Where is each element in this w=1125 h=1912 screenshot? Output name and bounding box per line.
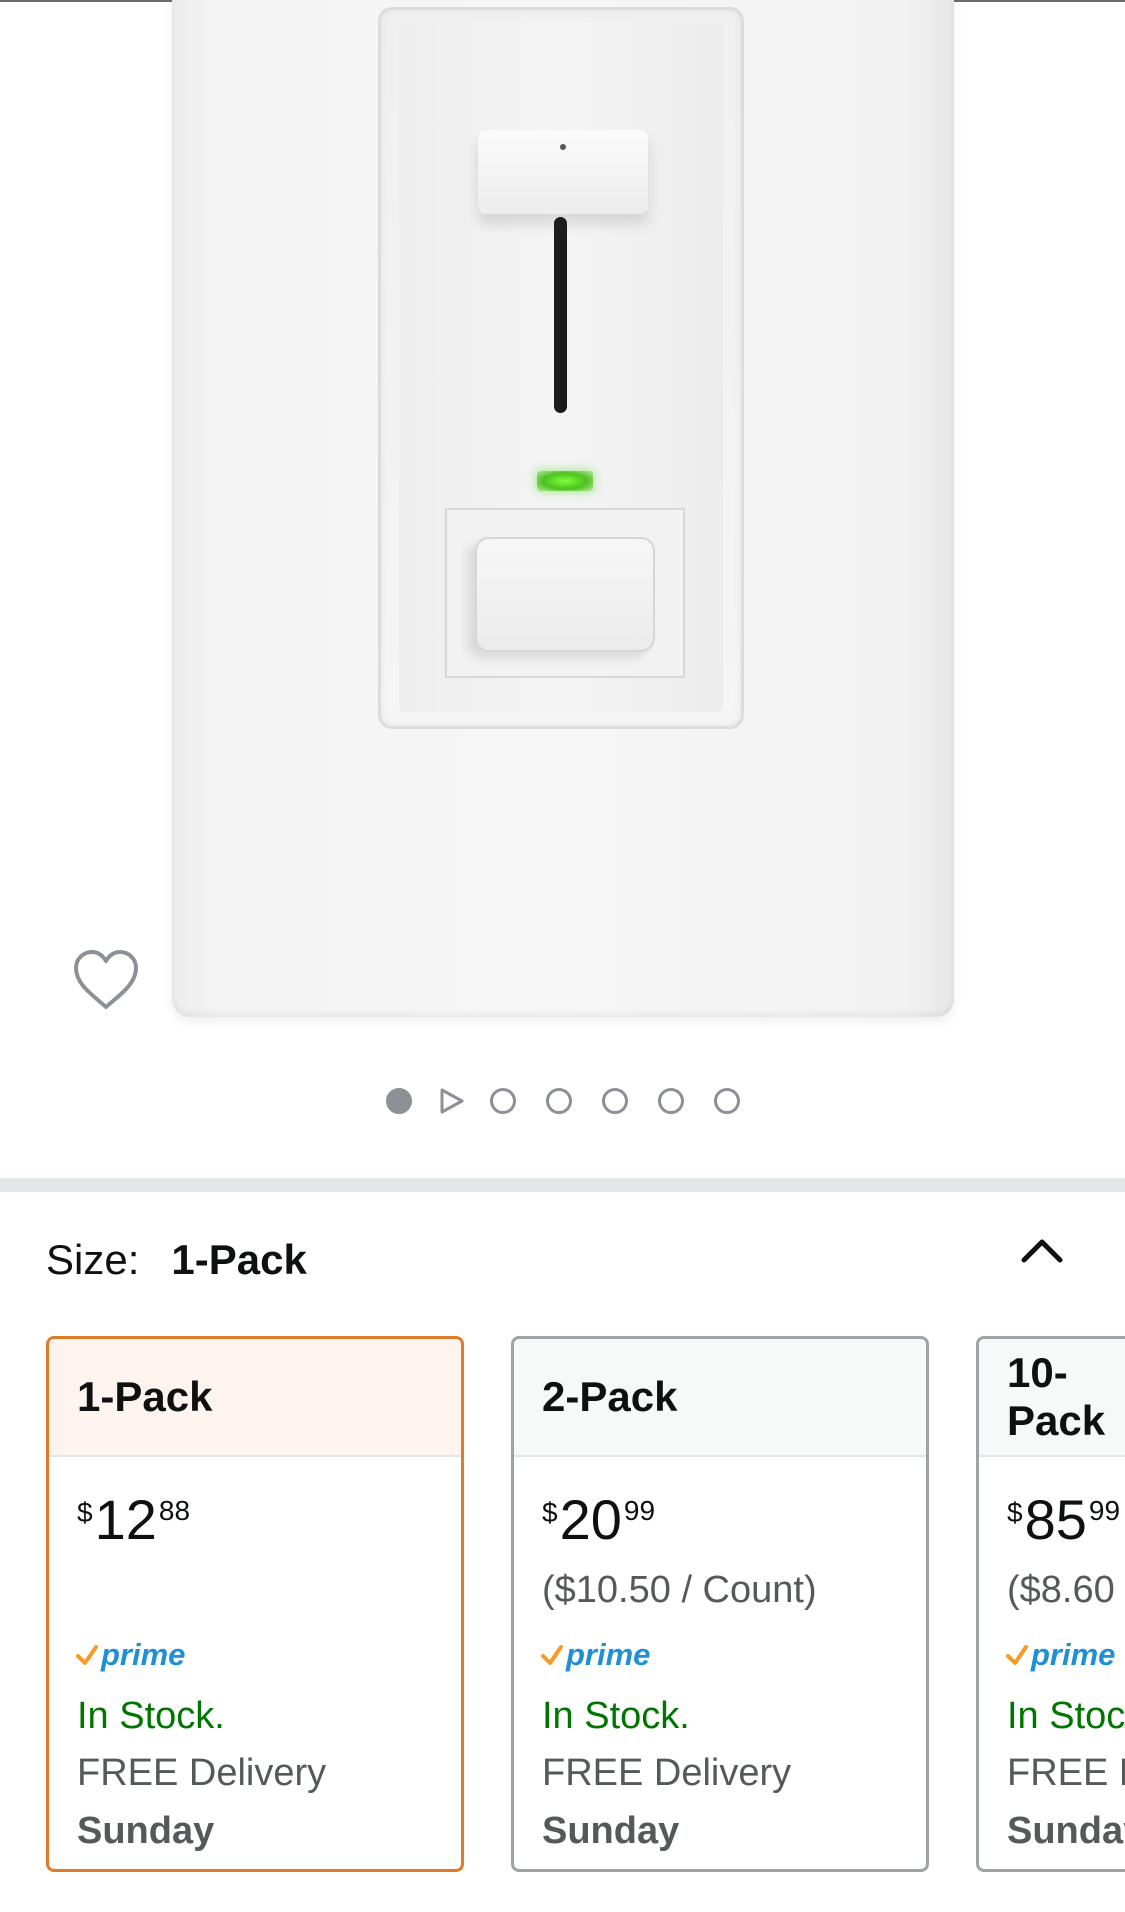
product-page: Size: 1-Pack 1-Pack $ 12 88 prime In Sto…	[0, 0, 1125, 1912]
play-icon[interactable]	[437, 1087, 465, 1115]
option-name: 2-Pack	[514, 1339, 926, 1457]
carousel-dot-active[interactable]	[385, 1088, 412, 1114]
prime-check-icon	[541, 1645, 563, 1665]
section-divider	[0, 1178, 1125, 1192]
price-whole: 20	[559, 1488, 622, 1551]
image-carousel-indicator	[0, 1086, 1125, 1116]
prime-check-icon	[76, 1645, 98, 1665]
option-price: $ 20 99	[542, 1491, 655, 1549]
carousel-dot[interactable]	[657, 1088, 684, 1114]
delivery-text: FREE Delivery	[1007, 1752, 1125, 1794]
size-selector-header: Size: 1-Pack	[46, 1235, 307, 1285]
size-option-10-pack[interactable]: 10-Pack $ 85 99 ($8.60 / Count) prime In…	[976, 1336, 1125, 1872]
price-whole: 12	[94, 1488, 157, 1551]
carousel-dot[interactable]	[545, 1088, 572, 1114]
prime-badge: prime	[540, 1635, 650, 1675]
rocker-switch	[475, 537, 655, 652]
price-symbol: $	[77, 1497, 93, 1528]
option-price: $ 12 88	[77, 1491, 190, 1549]
chevron-up-icon[interactable]	[1018, 1232, 1066, 1268]
stock-status: In Stock.	[542, 1695, 690, 1737]
carousel-dot[interactable]	[489, 1088, 516, 1114]
carousel-dot[interactable]	[601, 1088, 628, 1114]
unit-price: ($8.60 / Count)	[1007, 1569, 1125, 1611]
prime-check-icon	[1006, 1645, 1028, 1665]
price-symbol: $	[1007, 1497, 1023, 1528]
prime-badge: prime	[75, 1635, 185, 1675]
price-fraction: 88	[158, 1495, 191, 1526]
size-option-2-pack[interactable]: 2-Pack $ 20 99 ($10.50 / Count) prime In…	[511, 1336, 929, 1872]
size-option-1-pack[interactable]: 1-Pack $ 12 88 prime In Stock. FREE Deli…	[46, 1336, 464, 1872]
carousel-dot[interactable]	[713, 1088, 740, 1114]
product-image[interactable]	[0, 0, 1125, 1062]
option-name: 1-Pack	[49, 1339, 461, 1457]
price-fraction: 99	[1088, 1495, 1121, 1526]
delivery-text: FREE Delivery	[542, 1752, 792, 1794]
option-name: 10-Pack	[979, 1339, 1125, 1457]
slider-knob	[478, 130, 648, 214]
stock-status: In Stock.	[1007, 1695, 1125, 1737]
delivery-day: Sunday	[542, 1810, 680, 1852]
delivery-day: Sunday	[77, 1810, 215, 1852]
slider-track	[554, 217, 567, 413]
led-indicator	[537, 471, 593, 491]
price-fraction: 99	[623, 1495, 656, 1526]
prime-label: prime	[101, 1637, 186, 1672]
prime-label: prime	[566, 1637, 651, 1672]
size-label: Size:	[46, 1236, 140, 1283]
stock-status: In Stock.	[77, 1695, 225, 1737]
price-symbol: $	[542, 1497, 558, 1528]
prime-badge: prime	[1005, 1635, 1115, 1675]
unit-price: ($10.50 / Count)	[542, 1569, 817, 1611]
heart-icon[interactable]	[72, 949, 140, 1011]
prime-label: prime	[1031, 1637, 1116, 1672]
option-price: $ 85 99	[1007, 1491, 1120, 1549]
price-whole: 85	[1024, 1488, 1087, 1551]
selected-size-value: 1-Pack	[171, 1236, 307, 1283]
delivery-day: Sunday	[1007, 1810, 1125, 1852]
delivery-text: FREE Delivery	[77, 1752, 327, 1794]
